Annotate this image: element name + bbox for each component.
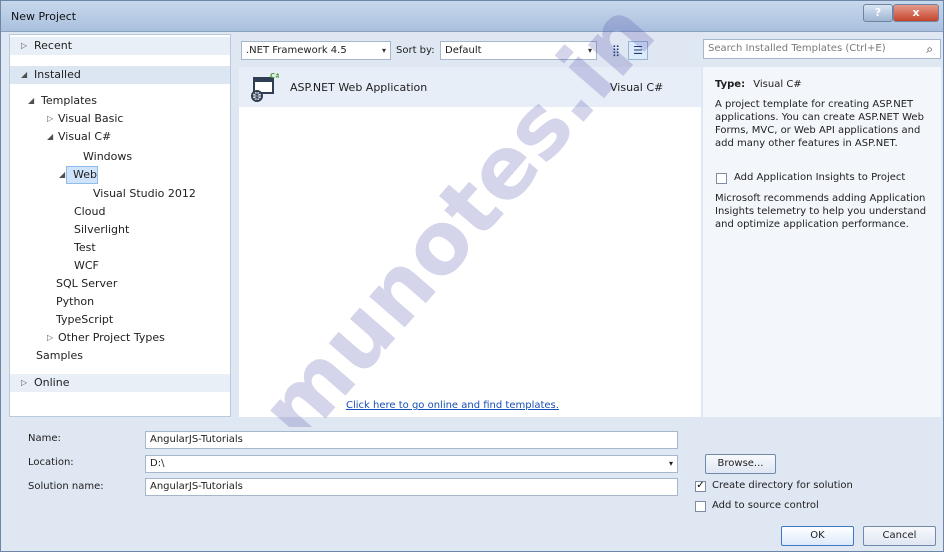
source-control-label[interactable]: Add to source control [712, 500, 819, 511]
asp-net-web-application-icon: C# [251, 72, 279, 102]
create-directory-checkbox[interactable]: ✓ [695, 481, 706, 492]
solution-name-field[interactable]: AngularJS-Tutorials [145, 478, 678, 496]
search-icon[interactable]: ⌕ [926, 42, 933, 57]
application-insights-label[interactable]: Add Application Insights to Project [734, 172, 905, 183]
template-category-pane: ▷ Recent ◢ Installed ◢ Templates ▷ Visua… [9, 34, 231, 417]
sort-by-label: Sort by: [396, 45, 435, 56]
browse-button[interactable]: Browse... [705, 454, 776, 474]
template-toolbar: .NET Framework 4.5 ▾ Sort by: Default ▾ … [239, 39, 699, 63]
chevron-down-icon: ▾ [587, 46, 592, 55]
triangle-down-icon: ◢ [21, 70, 28, 79]
sort-selector[interactable]: Default ▾ [440, 41, 597, 60]
cancel-button[interactable]: Cancel [863, 526, 936, 546]
list-view-icon[interactable]: ☰ [628, 41, 648, 60]
find-online-templates-link[interactable]: Click here to go online and find templat… [346, 400, 559, 411]
window-title: New Project [11, 10, 77, 23]
source-control-checkbox[interactable] [695, 501, 706, 512]
application-insights-checkbox[interactable] [716, 173, 727, 184]
chevron-down-icon[interactable]: ▾ [669, 456, 673, 472]
triangle-down-icon: ◢ [47, 132, 54, 141]
close-button[interactable]: x [893, 4, 939, 22]
triangle-down-icon: ◢ [28, 96, 35, 105]
search-input[interactable]: Search Installed Templates (Ctrl+E) [708, 43, 886, 54]
name-label: Name: [28, 433, 61, 444]
triangle-right-icon: ▷ [21, 41, 28, 50]
framework-selector[interactable]: .NET Framework 4.5 ▾ [241, 41, 391, 60]
template-type: Type: Visual C# [715, 79, 802, 90]
triangle-right-icon: ▷ [21, 378, 28, 387]
template-search-box[interactable]: Search Installed Templates (Ctrl+E) ⌕ [703, 39, 941, 59]
new-project-dialog: New Project ? x ▷ Recent ◢ Installed ◢ T… [0, 0, 944, 552]
asp-net-web-application-template[interactable]: C# ASP.NET Web Application Visual C# [239, 67, 701, 107]
installed-category[interactable]: ◢ Installed [10, 66, 230, 84]
online-category[interactable]: ▷ Online [10, 374, 230, 392]
svg-text:C#: C# [270, 72, 279, 80]
project-name-field[interactable]: AngularJS-Tutorials [145, 431, 678, 449]
triangle-down-icon: ◢ [59, 170, 66, 179]
solution-name-label: Solution name: [28, 481, 104, 492]
help-button[interactable]: ? [863, 4, 893, 22]
ok-button[interactable]: OK [781, 526, 854, 546]
template-language: Visual C# [610, 81, 664, 94]
template-description: A project template for creating ASP.NET … [715, 99, 924, 149]
template-details-pane: Type: Visual C# A project template for c… [703, 67, 941, 417]
location-field[interactable]: D:\ ▾ [145, 455, 678, 473]
project-settings-panel: Name: AngularJS-Tutorials Location: D:\ … [1, 427, 943, 551]
location-label: Location: [28, 457, 74, 468]
recent-category[interactable]: ▷ Recent [10, 37, 230, 55]
create-directory-label[interactable]: Create directory for solution [712, 480, 853, 491]
chevron-down-icon: ▾ [381, 46, 386, 55]
template-name: ASP.NET Web Application [290, 81, 428, 94]
template-list-pane: C# ASP.NET Web Application Visual C# [239, 67, 701, 417]
triangle-right-icon: ▷ [47, 333, 54, 342]
title-bar[interactable]: New Project ? x [1, 1, 943, 32]
application-insights-description: Microsoft recommends adding Application … [715, 193, 927, 230]
small-icons-view-icon[interactable]: ⣿ [606, 41, 626, 60]
triangle-right-icon: ▷ [47, 114, 54, 123]
